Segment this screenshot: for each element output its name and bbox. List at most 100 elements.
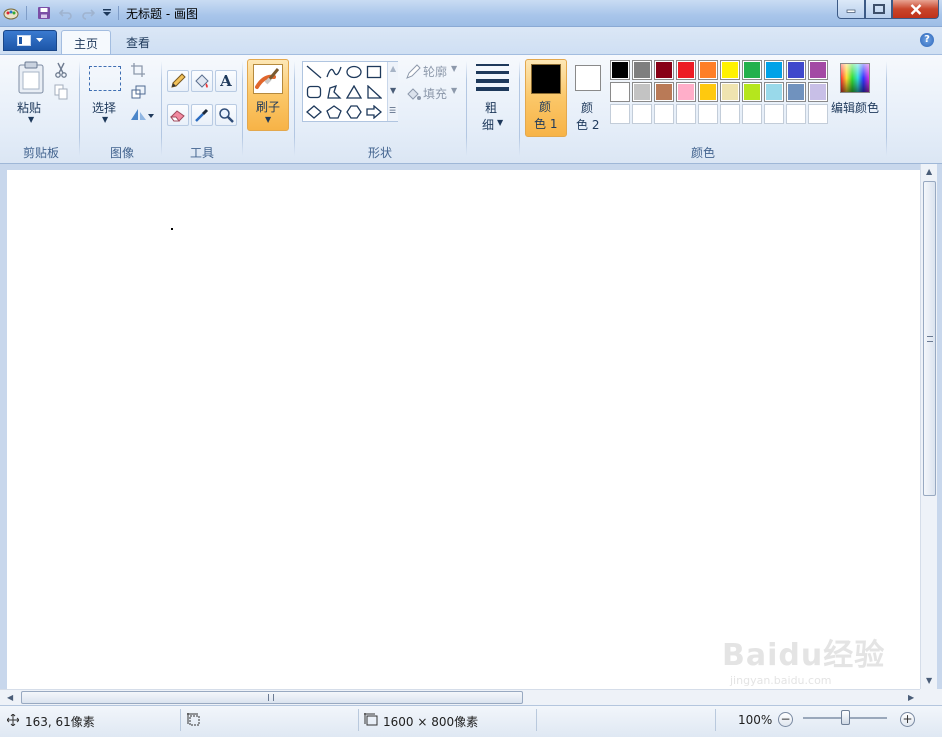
palette-swatch[interactable] — [698, 82, 718, 102]
brushes-button[interactable]: 刷子 ▼ — [247, 59, 289, 131]
rounded-rectangle-shape-icon[interactable] — [304, 83, 324, 101]
palette-swatch[interactable] — [742, 82, 762, 102]
crop-icon[interactable] — [129, 61, 147, 79]
shapes-scroll-down-icon[interactable]: ▼ — [390, 86, 396, 95]
arrow-shape-icon[interactable] — [364, 103, 384, 121]
palette-swatch[interactable] — [654, 82, 674, 102]
eraser-icon[interactable] — [167, 104, 189, 126]
qat-customize-dropdown-icon[interactable] — [99, 5, 115, 21]
pencil-icon[interactable] — [167, 70, 189, 92]
size-icon[interactable] — [476, 63, 509, 91]
line-shape-icon[interactable] — [304, 63, 324, 81]
select-label[interactable]: 选择 — [92, 99, 116, 116]
resize-icon[interactable] — [129, 83, 147, 101]
shapes-expand-icon[interactable]: ☰ — [389, 106, 396, 115]
shapes-scroll-up-icon[interactable]: ▲ — [390, 64, 396, 73]
palette-swatch[interactable] — [720, 82, 740, 102]
drawing-canvas[interactable] — [7, 170, 920, 689]
palette-swatch[interactable] — [764, 60, 784, 80]
rotate-icon[interactable] — [129, 105, 155, 123]
palette-swatch[interactable] — [610, 60, 630, 80]
paste-label[interactable]: 粘贴 — [17, 99, 41, 116]
palette-swatch[interactable] — [632, 82, 652, 102]
triangle-shape-icon[interactable] — [344, 83, 364, 101]
undo-icon[interactable] — [58, 5, 74, 21]
palette-swatch[interactable] — [676, 60, 696, 80]
horizontal-scroll-thumb[interactable] — [21, 691, 523, 704]
size-label-bottom[interactable]: 细 — [482, 116, 494, 133]
fill-dropdown-arrow[interactable]: ▼ — [451, 86, 457, 95]
pentagon-shape-icon[interactable] — [324, 103, 344, 121]
palette-swatch[interactable] — [764, 82, 784, 102]
oval-shape-icon[interactable] — [344, 63, 364, 81]
size-label-top[interactable]: 粗 — [485, 99, 497, 116]
text-icon[interactable]: A — [215, 70, 237, 92]
redo-icon[interactable] — [80, 5, 96, 21]
maximize-button[interactable] — [865, 0, 892, 19]
polygon-shape-icon[interactable] — [324, 83, 344, 101]
outline-label[interactable]: 轮廓 — [423, 63, 447, 80]
help-icon[interactable]: ? — [920, 33, 934, 47]
palette-swatch[interactable] — [632, 60, 652, 80]
palette-swatch-empty[interactable] — [632, 104, 652, 124]
select-dropdown-arrow[interactable]: ▼ — [102, 115, 108, 124]
hexagon-shape-icon[interactable] — [344, 103, 364, 121]
diamond-shape-icon[interactable] — [304, 103, 324, 121]
scroll-up-icon[interactable]: ▲ — [926, 167, 932, 176]
palette-swatch[interactable] — [676, 82, 696, 102]
palette-swatch[interactable] — [610, 82, 630, 102]
color2-swatch[interactable] — [575, 65, 601, 91]
tab-home[interactable]: 主页 — [61, 30, 112, 54]
palette-swatch-empty[interactable] — [808, 104, 828, 124]
scroll-left-icon[interactable]: ◀ — [7, 693, 13, 702]
palette-swatch-empty[interactable] — [720, 104, 740, 124]
zoom-out-button[interactable]: − — [778, 712, 793, 727]
palette-swatch[interactable] — [698, 60, 718, 80]
palette-swatch[interactable] — [786, 82, 806, 102]
scroll-right-icon[interactable]: ▶ — [908, 693, 914, 702]
paste-dropdown-arrow[interactable]: ▼ — [28, 115, 34, 124]
edit-colors-icon[interactable] — [840, 63, 870, 93]
vertical-scrollbar[interactable]: ▲ ▼ — [920, 164, 937, 689]
fill-label[interactable]: 填充 — [423, 85, 447, 102]
outline-icon[interactable] — [404, 63, 422, 81]
close-button[interactable] — [892, 0, 939, 19]
horizontal-scrollbar[interactable]: ◀ ▶ — [0, 689, 920, 705]
paste-button[interactable] — [16, 61, 46, 97]
palette-swatch-empty[interactable] — [676, 104, 696, 124]
cut-icon[interactable] — [52, 61, 70, 79]
save-icon[interactable] — [36, 5, 52, 21]
scroll-down-icon[interactable]: ▼ — [926, 676, 932, 685]
shapes-gallery-scroll[interactable]: ▲ ▼ ☰ — [387, 62, 398, 121]
palette-swatch-empty[interactable] — [610, 104, 630, 124]
vertical-scroll-thumb[interactable] — [923, 181, 936, 496]
color1-button[interactable]: 颜 色 1 — [525, 59, 567, 137]
zoom-in-button[interactable]: + — [900, 712, 915, 727]
rectangle-shape-icon[interactable] — [364, 63, 384, 81]
palette-swatch-empty[interactable] — [742, 104, 762, 124]
zoom-slider-thumb[interactable] — [840, 710, 850, 725]
color2-label-top[interactable]: 颜 — [581, 99, 593, 116]
palette-swatch-empty[interactable] — [764, 104, 784, 124]
palette-swatch[interactable] — [786, 60, 806, 80]
palette-swatch[interactable] — [654, 60, 674, 80]
fill-icon[interactable] — [404, 85, 422, 103]
select-icon[interactable] — [89, 66, 121, 91]
curve-shape-icon[interactable] — [324, 63, 344, 81]
edit-colors-label[interactable]: 编辑颜色 — [831, 99, 879, 116]
color-picker-icon[interactable] — [191, 104, 213, 126]
palette-swatch[interactable] — [808, 82, 828, 102]
fill-bucket-icon[interactable] — [191, 70, 213, 92]
copy-icon[interactable] — [52, 83, 70, 101]
palette-swatch[interactable] — [720, 60, 740, 80]
size-dropdown-arrow[interactable]: ▼ — [497, 118, 503, 127]
tab-view[interactable]: 查看 — [114, 30, 162, 54]
palette-swatch-empty[interactable] — [654, 104, 674, 124]
right-triangle-shape-icon[interactable] — [364, 83, 384, 101]
paint-menu-button[interactable] — [3, 30, 57, 51]
magnifier-icon[interactable] — [215, 104, 237, 126]
palette-swatch[interactable] — [808, 60, 828, 80]
paint-app-icon[interactable] — [3, 5, 20, 22]
palette-swatch-empty[interactable] — [698, 104, 718, 124]
color2-label-bottom[interactable]: 色 2 — [576, 116, 599, 133]
